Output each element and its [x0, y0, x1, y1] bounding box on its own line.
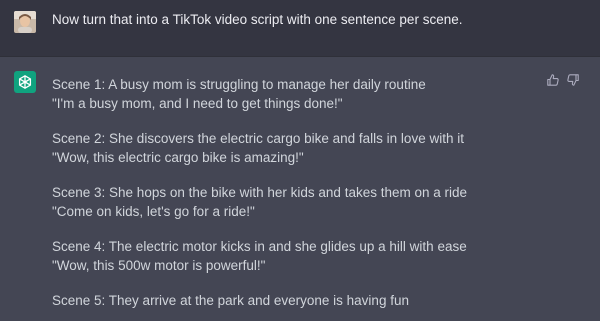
user-message-row: Now turn that into a TikTok video script…	[0, 0, 600, 57]
scene-3-quote: "Come on kids, let's go for a ride!"	[52, 204, 255, 219]
user-avatar-photo	[14, 11, 36, 33]
thumbs-down-icon[interactable]	[566, 73, 580, 87]
scene-1-description: Scene 1: A busy mom is struggling to man…	[52, 77, 426, 92]
user-avatar	[14, 11, 36, 33]
thumbs-up-icon[interactable]	[546, 73, 560, 87]
scene-4-quote: "Wow, this 500w motor is powerful!"	[52, 258, 266, 273]
user-message-text: Now turn that into a TikTok video script…	[52, 12, 463, 27]
assistant-message-row: Scene 1: A busy mom is struggling to man…	[0, 57, 600, 321]
scene-3-description: Scene 3: She hops on the bike with her k…	[52, 185, 468, 200]
openai-logo-icon	[18, 75, 32, 89]
assistant-avatar	[14, 71, 36, 93]
scene-5-description: Scene 5: They arrive at the park and eve…	[52, 293, 409, 308]
scene-4-description: Scene 4: The electric motor kicks in and…	[52, 239, 467, 254]
scene-2-quote: "Wow, this electric cargo bike is amazin…	[52, 150, 304, 165]
scene-2-description: Scene 2: She discovers the electric carg…	[52, 131, 464, 146]
scene-1-quote: "I'm a busy mom, and I need to get thing…	[52, 96, 343, 111]
